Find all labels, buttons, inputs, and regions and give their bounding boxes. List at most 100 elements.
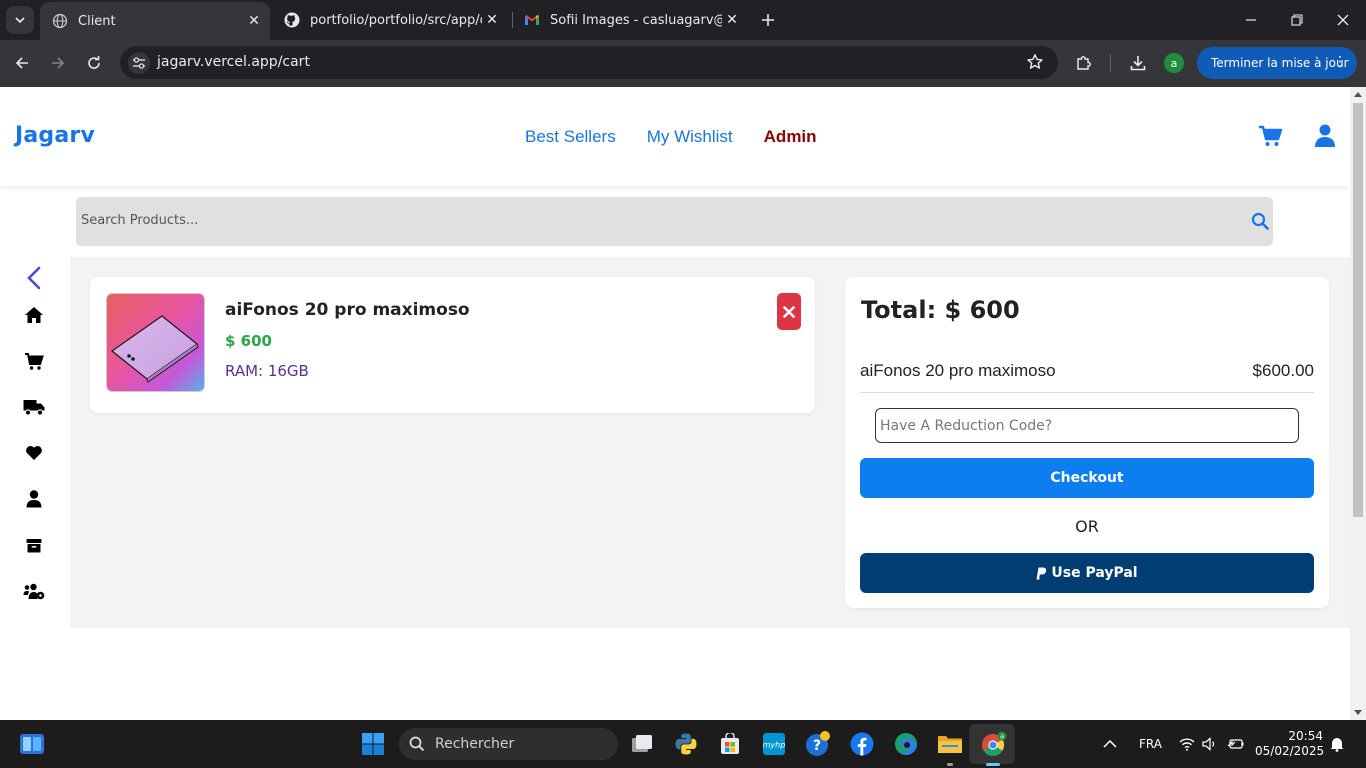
- restore-button[interactable]: [1274, 0, 1320, 40]
- scrollbar-thumb[interactable]: [1353, 103, 1363, 517]
- sidebar-wishlist[interactable]: [22, 441, 46, 465]
- taskbar-python[interactable]: [670, 728, 702, 760]
- scroll-down-arrow-icon[interactable]: [1354, 710, 1362, 715]
- minimize-button[interactable]: [1228, 0, 1274, 40]
- remove-item-button[interactable]: [777, 293, 801, 330]
- back-button[interactable]: [7, 48, 37, 78]
- sidebar-cart[interactable]: [22, 349, 46, 373]
- paypal-icon: [1036, 567, 1047, 579]
- tab-github[interactable]: portfolio/portfolio/src/app/com ✕: [272, 0, 508, 40]
- myhp-icon: myhp: [763, 733, 785, 755]
- summary-line-item: aiFonos 20 pro maximoso $600.00: [860, 359, 1314, 393]
- downloads-button[interactable]: [1126, 51, 1150, 75]
- chevron-up-icon: [1103, 739, 1117, 748]
- cart-icon[interactable]: [1258, 124, 1283, 148]
- tab-gmail[interactable]: Sofii Images - casluagarv@gma ✕: [512, 0, 748, 40]
- bookmark-star-icon[interactable]: [1026, 53, 1044, 71]
- summary-item-price: $600.00: [1252, 361, 1314, 380]
- sidebar-profile[interactable]: [22, 487, 46, 511]
- sidebar-products[interactable]: [22, 533, 46, 557]
- task-view-icon: [632, 735, 652, 752]
- paypal-button[interactable]: Use PayPal: [860, 553, 1314, 593]
- tab-title: Client: [78, 13, 116, 29]
- extensions-button[interactable]: [1072, 51, 1096, 75]
- sidebar-back[interactable]: [22, 266, 46, 290]
- sidebar-users[interactable]: [22, 579, 46, 603]
- close-icon: [1337, 14, 1349, 26]
- minimize-icon: [1246, 19, 1256, 21]
- windows-taskbar: Rechercher myhp ? a FRA 20:54 05/02/2025: [0, 720, 1366, 768]
- page-scrollbar[interactable]: [1350, 87, 1366, 720]
- search-icon[interactable]: [1251, 212, 1269, 230]
- url-text: jagarv.vercel.app/cart: [157, 54, 310, 70]
- language-indicator[interactable]: FRA: [1139, 720, 1162, 768]
- product-image[interactable]: [106, 293, 205, 392]
- close-tab-icon[interactable]: ✕: [244, 11, 264, 31]
- sidebar-orders[interactable]: [22, 395, 46, 419]
- checkout-button[interactable]: Checkout: [860, 458, 1314, 498]
- chevron-down-icon: [15, 17, 25, 24]
- task-view-button[interactable]: [626, 728, 658, 760]
- battery-status[interactable]: [1227, 720, 1245, 768]
- svg-text:a: a: [1000, 733, 1004, 741]
- search-icon: [409, 736, 425, 752]
- taskbar-help[interactable]: ?: [802, 728, 834, 760]
- update-button[interactable]: Terminer la mise à jour ⋮: [1197, 47, 1357, 79]
- volume-status[interactable]: [1202, 720, 1218, 768]
- tab-search-button[interactable]: [6, 6, 34, 34]
- taskbar-search[interactable]: Rechercher: [399, 728, 618, 760]
- arrow-right-icon: [52, 57, 65, 69]
- puzzle-icon: [1077, 56, 1091, 70]
- taskbar-search-label: Rechercher: [435, 736, 515, 752]
- taskbar-myhp[interactable]: myhp: [758, 728, 790, 760]
- widgets-button[interactable]: [16, 728, 48, 760]
- reload-button[interactable]: [79, 48, 109, 78]
- product-price: $ 600: [225, 332, 272, 350]
- search-bar[interactable]: Search Products...: [76, 197, 1273, 246]
- web-page: Jagarv Best Sellers My Wishlist Admin Se…: [0, 87, 1350, 720]
- new-tab-button[interactable]: [756, 8, 780, 32]
- tab-title: portfolio/portfolio/src/app/com: [310, 12, 482, 28]
- start-button[interactable]: [357, 728, 389, 760]
- show-hidden-icons[interactable]: [1103, 720, 1117, 768]
- taskbar-store[interactable]: [714, 728, 746, 760]
- brand-logo[interactable]: Jagarv: [15, 123, 95, 148]
- truck-icon: [23, 399, 45, 416]
- taskbar-edge[interactable]: [890, 728, 922, 760]
- windows-logo-icon: [362, 733, 384, 755]
- user-icon[interactable]: [1314, 124, 1336, 148]
- forward-button[interactable]: [43, 48, 73, 78]
- clock-time: 20:54: [1288, 729, 1323, 743]
- taskbar-chrome[interactable]: a: [978, 728, 1010, 760]
- taskbar-explorer[interactable]: [934, 728, 966, 760]
- clock[interactable]: 20:54 05/02/2025: [1255, 729, 1324, 759]
- explorer-running-indicator: [947, 763, 953, 766]
- scroll-up-arrow-icon[interactable]: [1354, 92, 1362, 97]
- download-icon: [1130, 56, 1146, 71]
- product-name[interactable]: aiFonos 20 pro maximoso: [225, 300, 470, 320]
- address-bar[interactable]: jagarv.vercel.app/cart: [120, 46, 1058, 79]
- taskbar-facebook[interactable]: [846, 728, 878, 760]
- nav-admin[interactable]: Admin: [764, 127, 817, 147]
- reduction-code-input[interactable]: [875, 408, 1299, 443]
- site-info-button[interactable]: [128, 52, 150, 74]
- nav-best-sellers[interactable]: Best Sellers: [525, 127, 616, 147]
- sidebar-home[interactable]: [22, 303, 46, 327]
- or-divider: OR: [1075, 517, 1099, 536]
- browser-toolbar: jagarv.vercel.app/cart a Terminer la mis…: [0, 40, 1366, 87]
- main-nav: Best Sellers My Wishlist Admin: [525, 127, 817, 147]
- wifi-icon: [1179, 738, 1195, 751]
- order-total: Total: $ 600: [861, 296, 1020, 324]
- heart-icon: [26, 446, 42, 460]
- search-input[interactable]: Search Products...: [81, 213, 198, 228]
- more-vert-icon[interactable]: ⋮: [1333, 54, 1347, 70]
- tab-client[interactable]: Client ✕: [40, 2, 270, 40]
- close-window-button[interactable]: [1320, 0, 1366, 40]
- product-ram: RAM: 16GB: [225, 362, 309, 380]
- profile-avatar[interactable]: a: [1164, 53, 1184, 73]
- close-tab-icon[interactable]: ✕: [722, 10, 742, 30]
- close-tab-icon[interactable]: ✕: [482, 10, 502, 30]
- notifications-button[interactable]: [1330, 720, 1344, 768]
- wifi-status[interactable]: [1179, 720, 1195, 768]
- nav-wishlist[interactable]: My Wishlist: [647, 127, 733, 147]
